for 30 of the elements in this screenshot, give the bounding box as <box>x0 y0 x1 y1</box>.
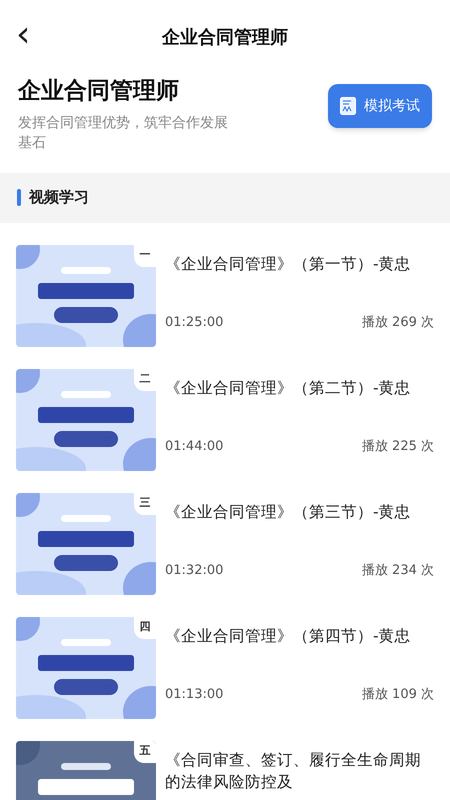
video-title: 《企业合同管理》（第四节）-黄忠 <box>165 626 412 646</box>
video-title: 《企业合同管理》（第三节）-黄忠 <box>165 502 412 522</box>
episode-badge: 四 <box>134 616 156 638</box>
video-duration: 01:32:00 <box>165 562 224 580</box>
video-item[interactable]: 四 《企业合同管理》（第四节）-黄忠 01:13:00 播放 109 次 <box>0 606 450 730</box>
episode-badge: 三 <box>134 492 156 514</box>
play-count: 播放 234 次 <box>362 562 434 580</box>
episode-badge: 五 <box>134 740 156 762</box>
video-title: 《企业合同管理》（第一节）-黄忠 <box>165 254 412 274</box>
video-title: 《企业合同管理》（第二节）-黄忠 <box>165 378 412 398</box>
video-item[interactable]: 五 《合同审查、签订、履行全生命周期的法律风险防控及 <box>0 730 450 800</box>
section-title: 视频学习 <box>29 187 89 208</box>
back-icon[interactable]: ‹ <box>16 17 40 53</box>
episode-badge: 一 <box>134 244 156 266</box>
video-duration: 01:25:00 <box>165 314 224 332</box>
course-subtitle: 发挥合同管理优势，筑牢合作发展基石 <box>18 114 229 152</box>
video-item[interactable]: 三 《企业合同管理》（第三节）-黄忠 01:32:00 播放 234 次 <box>0 482 450 606</box>
video-title: 《合同审查、签订、履行全生命周期的法律风险防控及 <box>165 750 422 792</box>
video-item[interactable]: 二 《企业合同管理》（第二节）-黄忠 01:44:00 播放 225 次 <box>0 358 450 482</box>
video-duration: 01:44:00 <box>165 438 224 456</box>
play-count: 播放 109 次 <box>362 686 434 704</box>
episode-badge: 二 <box>134 368 156 390</box>
video-duration: 01:13:00 <box>165 686 224 704</box>
mock-exam-button[interactable]: 模拟考试 <box>328 84 432 128</box>
course-title: 企业合同管理师 <box>18 77 180 106</box>
play-count: 播放 225 次 <box>362 438 434 456</box>
page-title: 企业合同管理师 <box>162 26 288 50</box>
exam-paper-icon <box>340 97 356 115</box>
play-count: 播放 269 次 <box>362 314 434 332</box>
video-item[interactable]: 一 《企业合同管理》（第一节）-黄忠 01:25:00 播放 269 次 <box>0 234 450 358</box>
